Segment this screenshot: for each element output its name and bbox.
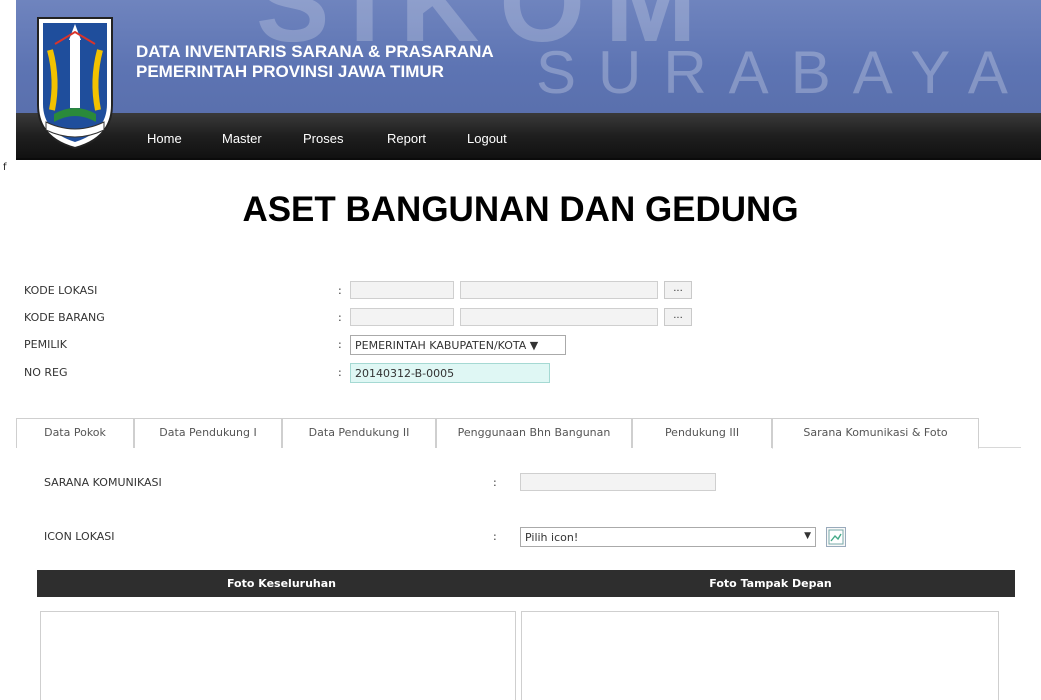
pemilik-label: PEMILIK: [24, 338, 67, 351]
colon: :: [493, 530, 497, 543]
tab-data-pendukung-1[interactable]: Data Pendukung I: [134, 418, 282, 448]
nav-report[interactable]: Report: [387, 131, 426, 146]
site-title-line1: DATA INVENTARIS SARANA & PRASARANA: [136, 42, 494, 61]
nav-logout[interactable]: Logout: [467, 131, 507, 146]
kode-lokasi-label: KODE LOKASI: [24, 284, 98, 297]
icon-lokasi-select-value: Pilih icon!: [525, 531, 579, 544]
photo-table-header: Foto Keseluruhan Foto Tampak Depan: [37, 570, 1015, 597]
tab-data-pokok[interactable]: Data Pokok: [16, 418, 134, 448]
no-reg-input[interactable]: 20140312-B-0005: [350, 363, 550, 383]
tab-data-pendukung-2[interactable]: Data Pendukung II: [282, 418, 436, 448]
nav-proses[interactable]: Proses: [303, 131, 343, 146]
watermark-city: SURABAYA: [536, 39, 1030, 106]
province-emblem-logo: [37, 17, 113, 150]
foto-keseluruhan-box[interactable]: [40, 611, 516, 700]
form-row-kode-barang: KODE BARANG : ...: [24, 308, 724, 328]
row-icon-lokasi: ICON LOKASI : Pilih icon! ▼: [44, 527, 844, 547]
kode-lokasi-input-2[interactable]: [460, 281, 658, 299]
stray-text: f: [3, 162, 7, 173]
broken-image-icon: [826, 527, 846, 547]
sarana-komunikasi-label: SARANA KOMUNIKASI: [44, 476, 162, 489]
kode-barang-lookup-button[interactable]: ...: [664, 308, 692, 326]
icon-lokasi-select[interactable]: Pilih icon! ▼: [520, 527, 816, 547]
header-banner: SIKOM SURABAYA DATA INVENTARIS SARANA & …: [16, 0, 1041, 113]
site-title-line2: PEMERINTAH PROVINSI JAWA TIMUR: [136, 62, 444, 81]
colon: :: [338, 338, 342, 351]
kode-barang-input-1[interactable]: [350, 308, 454, 326]
tab-sarana-komunikasi-foto[interactable]: Sarana Komunikasi & Foto: [772, 418, 979, 449]
colon: :: [493, 476, 497, 489]
kode-barang-label: KODE BARANG: [24, 311, 105, 324]
kode-lokasi-lookup-button[interactable]: ...: [664, 281, 692, 299]
chevron-down-icon: ▼: [804, 531, 811, 541]
row-sarana-komunikasi: SARANA KOMUNIKASI :: [44, 473, 744, 493]
colon: :: [338, 311, 342, 324]
pemilik-select[interactable]: PEMERINTAH KABUPATEN/KOTA ▼: [350, 335, 566, 355]
foto-keseluruhan-header: Foto Keseluruhan: [226, 577, 336, 590]
form-row-pemilik: PEMILIK : PEMERINTAH KABUPATEN/KOTA ▼: [24, 335, 724, 355]
colon: :: [338, 284, 342, 297]
icon-lokasi-label: ICON LOKASI: [44, 530, 115, 543]
site-title: DATA INVENTARIS SARANA & PRASARANA PEMER…: [136, 42, 494, 82]
foto-tampak-depan-box[interactable]: [521, 611, 999, 700]
tab-penggunaan-bhn-bangunan[interactable]: Penggunaan Bhn Bangunan: [436, 418, 632, 448]
colon: :: [338, 366, 342, 379]
sarana-komunikasi-input[interactable]: [520, 473, 716, 491]
form-row-no-reg: NO REG : 20140312-B-0005: [24, 363, 724, 383]
kode-lokasi-input-1[interactable]: [350, 281, 454, 299]
no-reg-label: NO REG: [24, 366, 68, 379]
site-header: SIKOM SURABAYA DATA INVENTARIS SARANA & …: [16, 0, 1041, 160]
tab-pendukung-3[interactable]: Pendukung III: [632, 418, 772, 448]
main-navbar: Home Master Proses Report Logout: [16, 113, 1041, 160]
form-row-kode-lokasi: KODE LOKASI : ...: [24, 281, 724, 301]
foto-tampak-depan-header: Foto Tampak Depan: [709, 577, 832, 590]
kode-barang-input-2[interactable]: [460, 308, 658, 326]
page-title: ASET BANGUNAN DAN GEDUNG: [242, 190, 799, 229]
tab-bar: Data Pokok Data Pendukung I Data Penduku…: [16, 418, 1021, 450]
nav-master[interactable]: Master: [222, 131, 262, 146]
nav-home[interactable]: Home: [147, 131, 182, 146]
